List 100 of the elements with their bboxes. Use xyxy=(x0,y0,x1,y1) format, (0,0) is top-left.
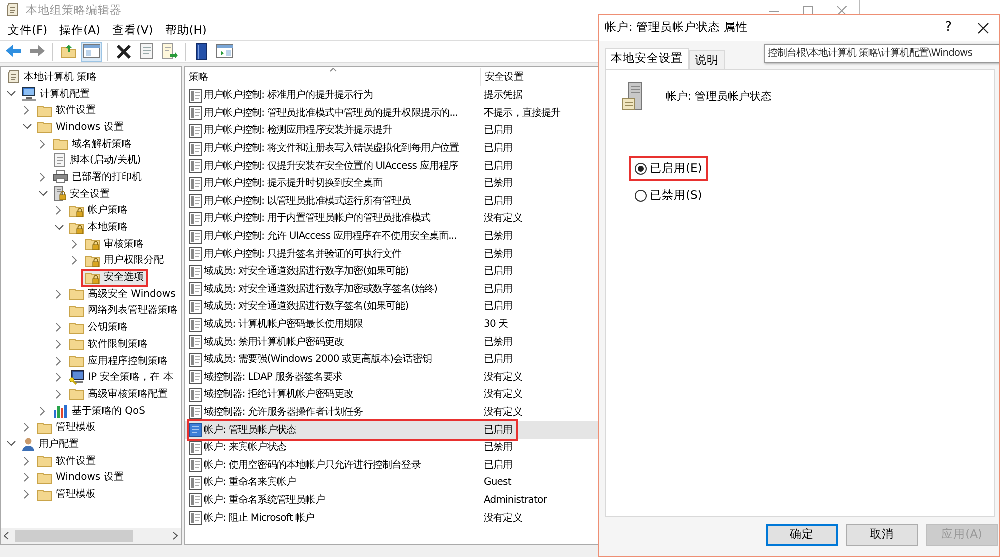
help-button[interactable]: ? xyxy=(945,18,952,38)
table-cell: 已禁用 xyxy=(484,442,513,454)
policy-row[interactable]: 域成员: 对安全通道数据进行数字签名(如果可能) 已启用 xyxy=(185,298,858,316)
policy-row[interactable]: 用户帐户控制: 管理员批准模式中管理员的提升权限提示的... 不提示，直接提升 xyxy=(185,104,858,122)
chevron-right-icon[interactable] xyxy=(56,323,62,332)
menu-item[interactable]: 查看(V) xyxy=(106,22,160,40)
table-cell: 已启用 xyxy=(484,266,513,278)
scrollbar[interactable] xyxy=(1,528,181,544)
table-cell: 已启用 xyxy=(484,301,513,312)
scroll-left-icon[interactable] xyxy=(4,532,9,540)
tree-item[interactable]: IP 安全策略，在 本 xyxy=(88,370,174,386)
chevron-down-icon[interactable] xyxy=(38,191,48,198)
action-pane-button[interactable] xyxy=(214,42,235,62)
policy-row[interactable]: 帐户: 重命名来宾帐户 Guest xyxy=(185,474,858,492)
tree-item[interactable]: 审核策略 xyxy=(104,236,144,252)
chevron-down-icon[interactable] xyxy=(6,91,16,98)
tree-item[interactable]: 管理模板 xyxy=(56,487,96,502)
policy-row[interactable]: 用户帐户控制: 允许 UIAccess 应用程序在不使用安全桌面... 已禁用 xyxy=(185,228,858,246)
policy-row[interactable]: 域成员: 对安全通道数据进行数字加密(如果可能) 已启用 xyxy=(185,262,858,281)
tree-item[interactable]: 本地策略 xyxy=(88,220,128,236)
tree-item[interactable]: 公钥策略 xyxy=(88,320,128,336)
dialog-button[interactable]: 确定 xyxy=(766,524,838,546)
chevron-right-icon[interactable] xyxy=(72,256,78,266)
menu-item[interactable]: 操作(A) xyxy=(54,22,106,40)
policy-row[interactable]: 帐户: 阻止 Microsoft 帐户 没有定义 xyxy=(185,509,858,527)
chevron-right-icon[interactable] xyxy=(56,390,62,399)
tree-item[interactable]: 网络列表管理器策略 xyxy=(88,303,178,318)
bar-chart-icon xyxy=(53,404,69,418)
table-cell-text: 域成员: 对安全通道数据进行数字签名(如果可能) xyxy=(204,300,409,314)
chevron-right-icon[interactable] xyxy=(40,140,46,149)
chevron-right-icon[interactable] xyxy=(56,290,62,299)
table-cell: 已启用 xyxy=(484,125,513,136)
chevron-right-icon[interactable] xyxy=(24,456,30,466)
chevron-right-icon[interactable] xyxy=(24,106,30,116)
chevron-right-icon[interactable] xyxy=(24,473,30,482)
policy-row[interactable]: 用户帐户控制: 检测应用程序安装并提示提升 已启用 xyxy=(185,122,858,140)
tree-item[interactable]: 应用程序控制策略 xyxy=(88,354,168,369)
chevron-right-icon[interactable] xyxy=(24,490,30,500)
radio-option[interactable]: 已禁用(S) xyxy=(635,186,702,204)
chevron-right-icon[interactable] xyxy=(40,406,46,416)
policy-row[interactable]: 域控制器: 拒绝计算机帐户密码更改 没有定义 xyxy=(185,386,858,404)
tree-item[interactable]: 安全选项 xyxy=(104,270,144,286)
policy-row[interactable]: 域成员: 计算机帐户密码最长使用期限 30 天 xyxy=(185,316,858,334)
column-header[interactable]: 策略 xyxy=(189,70,208,84)
tree-item[interactable]: Windows 设置 xyxy=(56,120,124,135)
policy-row[interactable]: 帐户: 使用空密码的本地帐户只允许进行控制台登录 已启用 xyxy=(185,456,858,474)
policy-row[interactable]: 帐户: 来宾帐户状态 已禁用 xyxy=(185,438,858,456)
tree-item[interactable]: 脚本(启动/关机) xyxy=(70,153,142,168)
policy-icon xyxy=(189,176,202,191)
tree-item[interactable]: 帐户策略 xyxy=(88,203,128,218)
table-cell-text: 域成员: 对安全通道数据进行数字加密(如果可能) xyxy=(204,264,409,280)
policy-icon xyxy=(189,230,202,244)
chevron-right-icon[interactable] xyxy=(56,340,62,349)
folder-icon xyxy=(69,304,85,318)
tab[interactable]: 说明 xyxy=(689,50,725,69)
chevron-right-icon[interactable] xyxy=(56,206,62,216)
scroll-right-icon[interactable] xyxy=(173,532,178,540)
chevron-right-icon[interactable] xyxy=(24,423,30,432)
policy-row[interactable]: 域控制器: LDAP 服务器签名要求 没有定义 xyxy=(185,368,858,386)
tree-item[interactable]: 高级审核策略配置 xyxy=(88,386,168,402)
policy-row[interactable]: 用户帐户控制: 只提升签名并验证的可执行文件 已禁用 xyxy=(185,245,858,263)
tree-item[interactable]: 基于策略的 QoS xyxy=(72,404,146,419)
chevron-right-icon[interactable] xyxy=(56,356,62,366)
tree-item[interactable]: 软件设置 xyxy=(56,454,96,469)
dialog-button[interactable]: 取消 xyxy=(846,524,918,546)
tree-item[interactable]: 高级安全 Windows xyxy=(88,286,176,302)
close-icon[interactable] xyxy=(978,22,989,34)
tree-toggle-button[interactable] xyxy=(81,42,102,62)
chevron-right-icon[interactable] xyxy=(72,240,78,249)
tree-item[interactable]: 已部署的打印机 xyxy=(72,170,142,185)
table-cell-text: 用户帐户控制: 提示提升时切换到安全桌面 xyxy=(204,176,383,192)
tree-item[interactable]: 安全设置 xyxy=(70,186,110,202)
chevron-down-icon[interactable] xyxy=(54,224,64,231)
chevron-down-icon[interactable] xyxy=(6,441,16,448)
tab[interactable]: 本地安全设置 xyxy=(605,48,689,69)
tree-item[interactable]: 软件设置 xyxy=(56,103,96,118)
tree-item[interactable]: 软件限制策略 xyxy=(88,336,148,352)
column-header[interactable]: 安全设置 xyxy=(485,72,524,82)
policy-row[interactable]: 用户帐户控制: 将文件和注册表写入错误虚拟化到每用户位置 已启用 xyxy=(185,140,858,158)
tree-item[interactable]: 用户配置 xyxy=(39,436,79,452)
policy-row[interactable]: 域成员: 需要强(Windows 2000 或更高版本)会话密钥 已启用 xyxy=(185,350,858,368)
policy-row[interactable]: 域控制器: 允许服务器操作者计划任务 没有定义 xyxy=(185,404,858,422)
radio-option[interactable]: 已启用(E) xyxy=(635,160,702,178)
tree-item[interactable]: 计算机配置 xyxy=(40,86,90,102)
tree-item[interactable]: 域名解析策略 xyxy=(72,136,132,152)
chevron-down-icon[interactable] xyxy=(22,124,32,130)
policy-row[interactable]: 域成员: 对安全通道数据进行数字加密或数字签名(始终) 已启用 xyxy=(185,280,858,298)
policy-row[interactable]: 用户帐户控制: 用于内置管理员帐户的管理员批准模式 没有定义 xyxy=(185,210,858,228)
tree-item[interactable]: 管理模板 xyxy=(56,420,96,436)
policy-row[interactable]: 帐户: 重命名系统管理员帐户 Administrator xyxy=(185,492,858,510)
chevron-right-icon[interactable] xyxy=(56,373,62,382)
menu-item[interactable]: 帮助(H) xyxy=(159,22,213,40)
folder-icon xyxy=(37,120,53,134)
tree-item[interactable]: 用户权限分配 xyxy=(104,253,164,268)
menu-item[interactable]: 文件(F) xyxy=(2,22,54,40)
policy-row[interactable]: 域成员: 禁用计算机帐户密码更改 已禁用 xyxy=(185,333,858,351)
policy-icon xyxy=(189,88,202,103)
tree-item[interactable]: 本地计算机 策略 xyxy=(24,70,98,85)
tree-item[interactable]: Windows 设置 xyxy=(56,470,124,486)
chevron-right-icon[interactable] xyxy=(40,172,46,182)
